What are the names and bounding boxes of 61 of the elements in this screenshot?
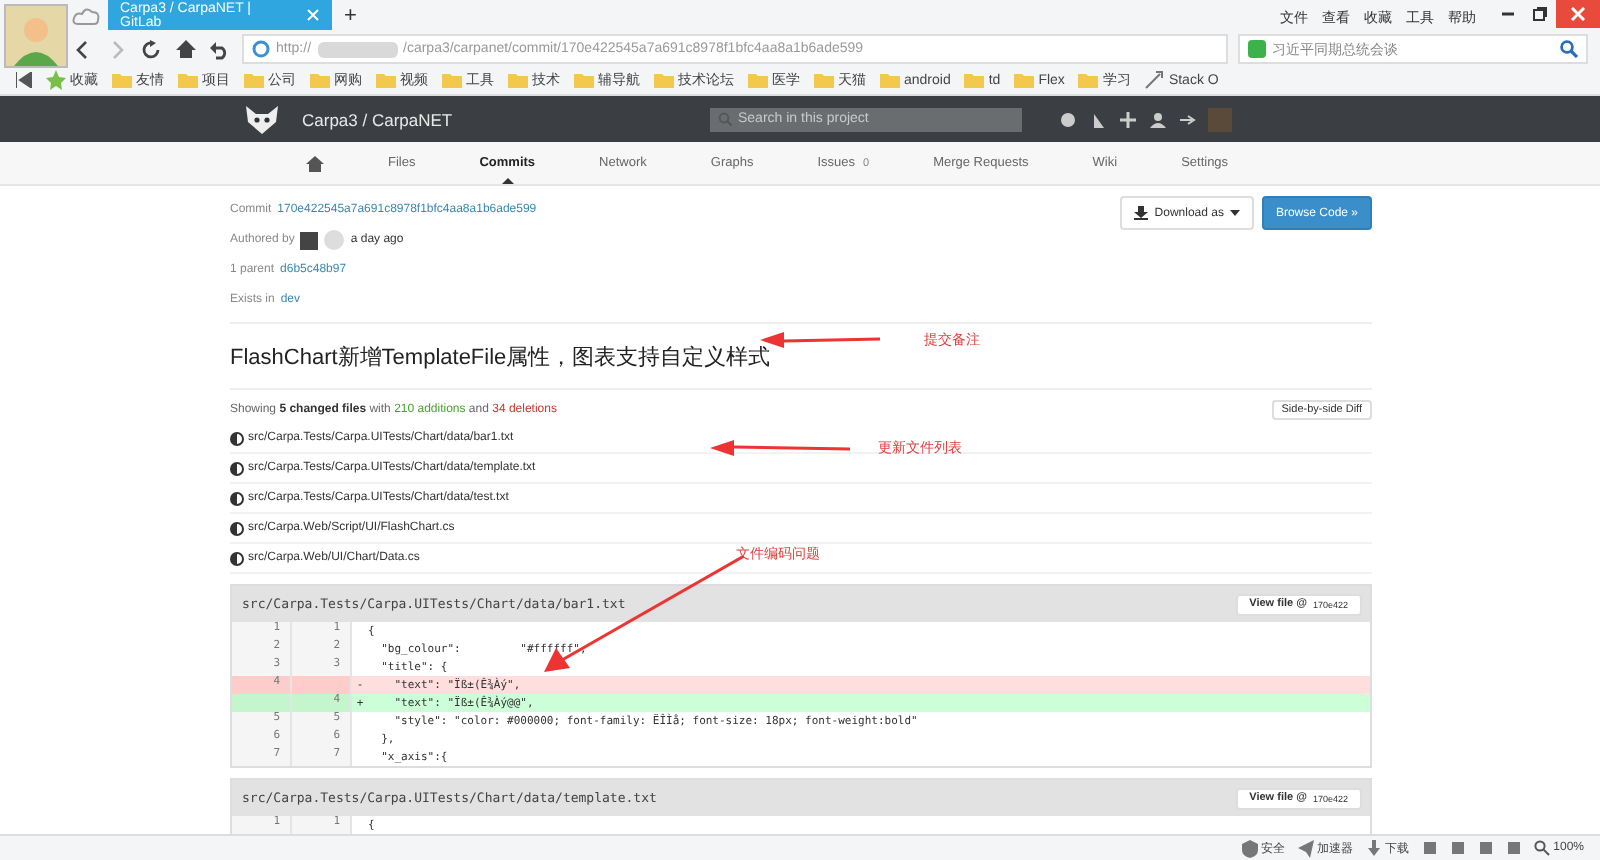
user-icon — [1150, 111, 1166, 127]
fox-logo-icon — [246, 105, 278, 133]
home-icon — [306, 155, 324, 171]
search-icon — [1533, 840, 1550, 856]
plus-icon — [1120, 111, 1136, 127]
download-icon — [1365, 839, 1382, 857]
home-icon — [176, 39, 196, 59]
folder-icon — [814, 70, 834, 90]
arrow — [760, 332, 880, 348]
line-number — [292, 676, 352, 694]
plane-icon — [1297, 839, 1314, 857]
folder-icon — [112, 70, 132, 90]
half-circle-icon — [230, 461, 244, 475]
folder-icon — [964, 70, 985, 90]
user-avatar-icon — [4, 4, 68, 68]
half-circle-icon — [230, 551, 244, 565]
search-engine-icon — [1248, 40, 1266, 58]
shield-icon — [1241, 839, 1258, 857]
close-icon — [306, 8, 320, 22]
restore-icon — [1532, 6, 1548, 22]
caret-icon — [1229, 210, 1240, 216]
cloud-icon — [72, 6, 100, 26]
sidebar-toggle-icon — [16, 72, 32, 88]
folder-icon — [508, 70, 528, 90]
folder-icon — [310, 70, 330, 90]
blurred-host-icon — [317, 41, 398, 57]
project-title[interactable]: Carpa3 / CarpaNET — [302, 109, 453, 129]
close-icon — [1570, 6, 1586, 22]
close-button[interactable] — [1556, 0, 1600, 28]
star-icon — [46, 70, 66, 90]
folder-icon — [574, 70, 594, 90]
author-avatar — [324, 230, 345, 250]
folder-icon — [880, 70, 900, 90]
folder-icon — [1014, 70, 1035, 90]
half-circle-icon — [230, 521, 244, 535]
logout-icon — [1180, 111, 1196, 127]
folder-icon — [654, 70, 674, 90]
author-avatar — [300, 231, 319, 249]
undo-button[interactable] — [208, 39, 232, 59]
pen-icon — [1144, 70, 1165, 90]
reload-button[interactable] — [140, 39, 164, 59]
new-tab-button[interactable]: + — [332, 0, 369, 30]
folder-icon — [1078, 70, 1099, 90]
arrow — [710, 440, 850, 456]
folder-icon — [244, 70, 264, 90]
download-icon — [1134, 206, 1149, 220]
half-circle-icon — [230, 431, 244, 445]
user-button[interactable] — [1148, 109, 1168, 129]
logout-button[interactable] — [1178, 109, 1198, 129]
folder-icon — [748, 70, 768, 90]
folder-icon — [442, 70, 462, 90]
folder-icon — [376, 70, 396, 90]
reload-icon — [142, 39, 162, 59]
home-button[interactable] — [174, 39, 198, 59]
search-icon — [718, 112, 732, 126]
forward-icon — [108, 39, 128, 59]
search-icon — [1560, 40, 1578, 58]
plus-button[interactable] — [1118, 109, 1138, 129]
half-circle-icon — [230, 491, 244, 505]
folder-icon — [178, 70, 198, 90]
undo-icon — [210, 39, 230, 59]
